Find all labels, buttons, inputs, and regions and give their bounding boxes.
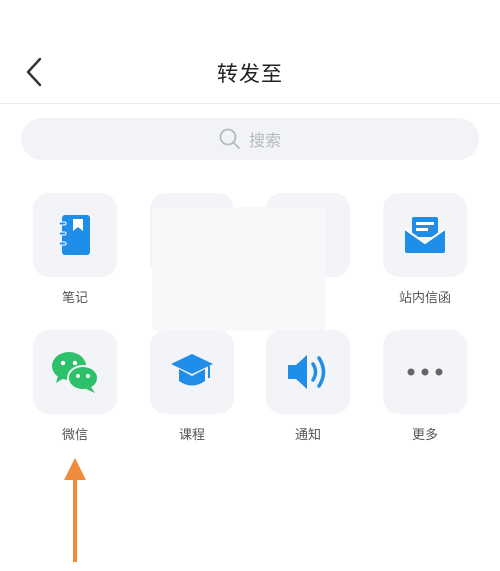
share-tile[interactable] <box>266 330 350 414</box>
share-tile[interactable] <box>150 330 234 414</box>
share-target-course[interactable]: 课程 <box>150 330 234 443</box>
share-label: 更多 <box>411 428 438 443</box>
share-tile[interactable] <box>33 193 117 277</box>
page-title: 转发至 <box>217 62 283 86</box>
share-target-wechat[interactable]: 微信 <box>33 330 117 443</box>
annotation-arrow-icon <box>64 458 86 562</box>
search-icon <box>219 128 240 149</box>
search-placeholder: 搜索 <box>248 131 281 150</box>
wechat-icon <box>52 352 99 393</box>
share-label: 课程 <box>178 428 205 443</box>
more-dots-icon <box>407 368 443 376</box>
share-target-more[interactable]: 更多 <box>383 330 467 443</box>
share-tile[interactable] <box>33 330 117 414</box>
redacted-area <box>152 207 325 331</box>
share-target-notice[interactable]: 通知 <box>266 330 350 443</box>
search-bar[interactable]: 搜索 <box>21 118 479 160</box>
share-target-notes[interactable]: 笔记 <box>33 193 117 306</box>
share-tile[interactable] <box>383 330 467 414</box>
share-label: 笔记 <box>61 291 88 306</box>
share-label: 通知 <box>294 428 321 443</box>
share-target-inbox[interactable]: 站内信函 <box>383 193 467 306</box>
speaker-icon <box>288 355 326 389</box>
notebook-icon <box>58 215 90 255</box>
graduation-cap-icon <box>171 354 213 386</box>
share-label: 站内信函 <box>398 291 451 306</box>
mail-icon <box>404 217 446 253</box>
share-label: 微信 <box>61 428 88 443</box>
header: 转发至 <box>0 0 500 104</box>
share-tile[interactable] <box>383 193 467 277</box>
